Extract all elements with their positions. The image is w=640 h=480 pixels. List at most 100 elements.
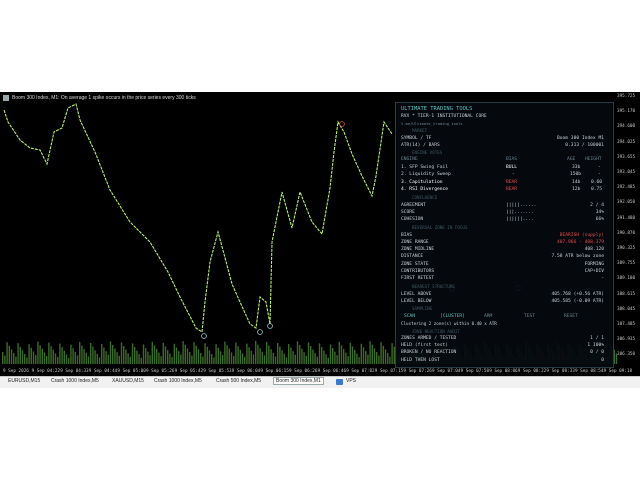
volume-bar	[362, 347, 365, 364]
volume-bar	[72, 348, 74, 364]
tab-vps[interactable]: VPS	[346, 378, 356, 384]
volume-bar	[142, 344, 145, 364]
panel-subtitle: RVX * TIER-1 INSTITUTIONAL CORE	[401, 114, 487, 119]
volume-bar	[200, 353, 202, 364]
volume-bar	[46, 356, 48, 364]
volume-bar	[252, 354, 255, 364]
zone-range-label: ZONE RANGE	[401, 240, 429, 245]
volume-bar	[312, 349, 314, 364]
bearish-signal-marker	[339, 121, 345, 127]
volume-bar	[90, 343, 92, 364]
volume-bar	[140, 357, 142, 364]
volume-bar	[103, 347, 105, 364]
time-tick-label: 9 Sep 06:04	[231, 369, 261, 374]
sampling-tab-scan[interactable]: SCAN	[404, 314, 415, 319]
volume-bar	[65, 354, 68, 364]
tab-crash-1000-m5-2[interactable]: Crash 1000 Index,M5	[154, 378, 202, 384]
volume-bar	[204, 343, 206, 364]
sampling-tab-cluster[interactable]: [CLUSTER]	[440, 314, 465, 319]
time-tick-label: 9 Sep 07:02	[346, 369, 375, 374]
volume-bar	[336, 355, 338, 364]
volume-bar	[127, 353, 129, 364]
volume-bar	[244, 357, 246, 364]
volume-bar	[116, 352, 118, 364]
time-tick-label: 9 Sep 07:15	[374, 369, 404, 374]
volume-bar	[39, 345, 41, 364]
engine-height-2: -	[598, 172, 601, 177]
time-tick-label: 9 Sep 06:46	[317, 369, 347, 374]
vps-icon[interactable]	[336, 379, 343, 385]
volume-bar	[92, 346, 94, 364]
volume-bar	[263, 355, 266, 364]
volume-bar	[321, 347, 323, 364]
volume-bar	[6, 342, 8, 364]
symbol-value: Boom 300 Index M1	[556, 136, 604, 141]
sampling-tab-test[interactable]: TEST	[524, 314, 535, 319]
time-tick-label: 9 Sep 05:00	[117, 369, 146, 374]
sampling-tab-arm[interactable]: ARM	[484, 314, 492, 319]
volume-bar	[354, 350, 356, 364]
volume-bar	[208, 350, 211, 364]
score-label: SCORE	[401, 210, 415, 215]
volume-bar	[79, 342, 81, 364]
zones-armed-value: 1 / 1	[590, 336, 604, 341]
tab-crash-500-m5[interactable]: Crash 500 Index,M5	[216, 378, 261, 384]
zones-armed-label: ZONES ARMED / TESTED	[401, 336, 457, 341]
clustering-text: Clustering 2 zone(s) within 0.40 x ATR	[401, 321, 497, 326]
volume-bar	[63, 350, 65, 364]
zone-midline-value: 408.120	[584, 247, 604, 252]
volume-bar	[222, 355, 224, 364]
tab-boom-300-m1[interactable]: Boom 300 Index,M1	[273, 377, 324, 385]
engine-bias-1: BULL	[506, 165, 518, 170]
volume-bar	[294, 354, 296, 364]
volume-bar	[329, 344, 332, 364]
volume-bar	[246, 343, 248, 364]
volume-bar	[32, 351, 35, 364]
level-above-label: LEVEL ABOVE	[401, 292, 432, 297]
price-tick-label: 392.050	[617, 200, 636, 206]
engine-bias-2: -	[512, 172, 515, 177]
volume-bar	[17, 343, 19, 364]
sampling-tab-reset[interactable]: RESET	[564, 314, 578, 319]
volume-bar	[389, 356, 391, 364]
volume-bar	[180, 354, 182, 364]
volume-bar	[248, 347, 250, 364]
tab-crash-1000-m5[interactable]: Crash 1000 Index,M5	[51, 378, 99, 384]
price-tick-label: 395.725	[617, 94, 636, 99]
volume-bar	[206, 346, 208, 364]
volume-bar	[171, 357, 173, 364]
price-tick-label: 390.870	[617, 230, 636, 236]
volume-bar	[74, 351, 76, 364]
volume-bar	[13, 353, 15, 364]
panel-handle: t.me/Ultimate_trading_tools	[401, 121, 463, 126]
engine-name-1: 1. SFP Swing Fail	[401, 165, 449, 170]
volume-bar	[292, 351, 294, 364]
volume-bar	[235, 342, 237, 364]
volume-bar	[197, 349, 200, 364]
tab-eurusd-m15[interactable]: EURUSD,M15	[8, 378, 40, 384]
bias-label: BIAS	[401, 233, 413, 238]
volume-bar	[351, 346, 354, 364]
volume-bar	[241, 353, 244, 364]
time-tick-label: 9 Sep 2026	[3, 369, 29, 374]
distance-label: DISTANCE	[401, 254, 424, 259]
volume-bar	[391, 343, 393, 364]
volume-bar	[349, 342, 351, 364]
tab-xauusd-m15[interactable]: XAUUSD,M15	[112, 378, 144, 384]
volume-bar	[340, 345, 343, 364]
volume-bar	[283, 353, 285, 364]
volume-bar	[338, 341, 340, 364]
volume-bar	[35, 355, 37, 364]
section-market: MARKET	[412, 128, 428, 133]
volume-bar	[136, 350, 138, 364]
atr-label: ATR(14) / BARS	[401, 143, 440, 148]
section-nearest-structure: NEAREST STRUCTURE	[412, 284, 455, 289]
time-tick-label: 9 Sep 04:44	[88, 369, 118, 374]
volume-bar	[50, 346, 52, 364]
first-retest-value: -	[601, 276, 604, 281]
time-tick-label: 9 Sep 09:18	[603, 369, 633, 374]
volume-bar	[191, 355, 193, 364]
time-tick-label: 9 Sep 06:15	[260, 369, 289, 374]
volume-bar	[83, 349, 85, 364]
volume-bar	[85, 352, 87, 364]
